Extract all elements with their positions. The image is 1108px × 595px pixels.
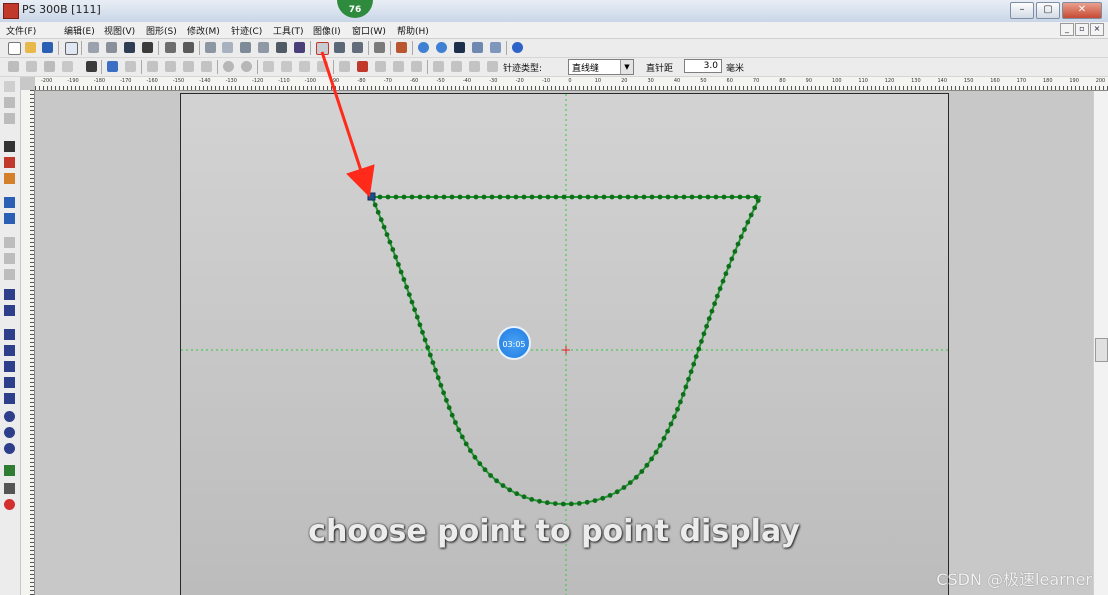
annotation-arrow — [320, 51, 375, 198]
video-subtitle: choose point to point display — [308, 514, 800, 549]
watermark: CSDN @极速learner — [936, 570, 1092, 589]
video-timer-badge: 03:05 — [497, 326, 531, 360]
red-arrow-line — [320, 51, 375, 198]
